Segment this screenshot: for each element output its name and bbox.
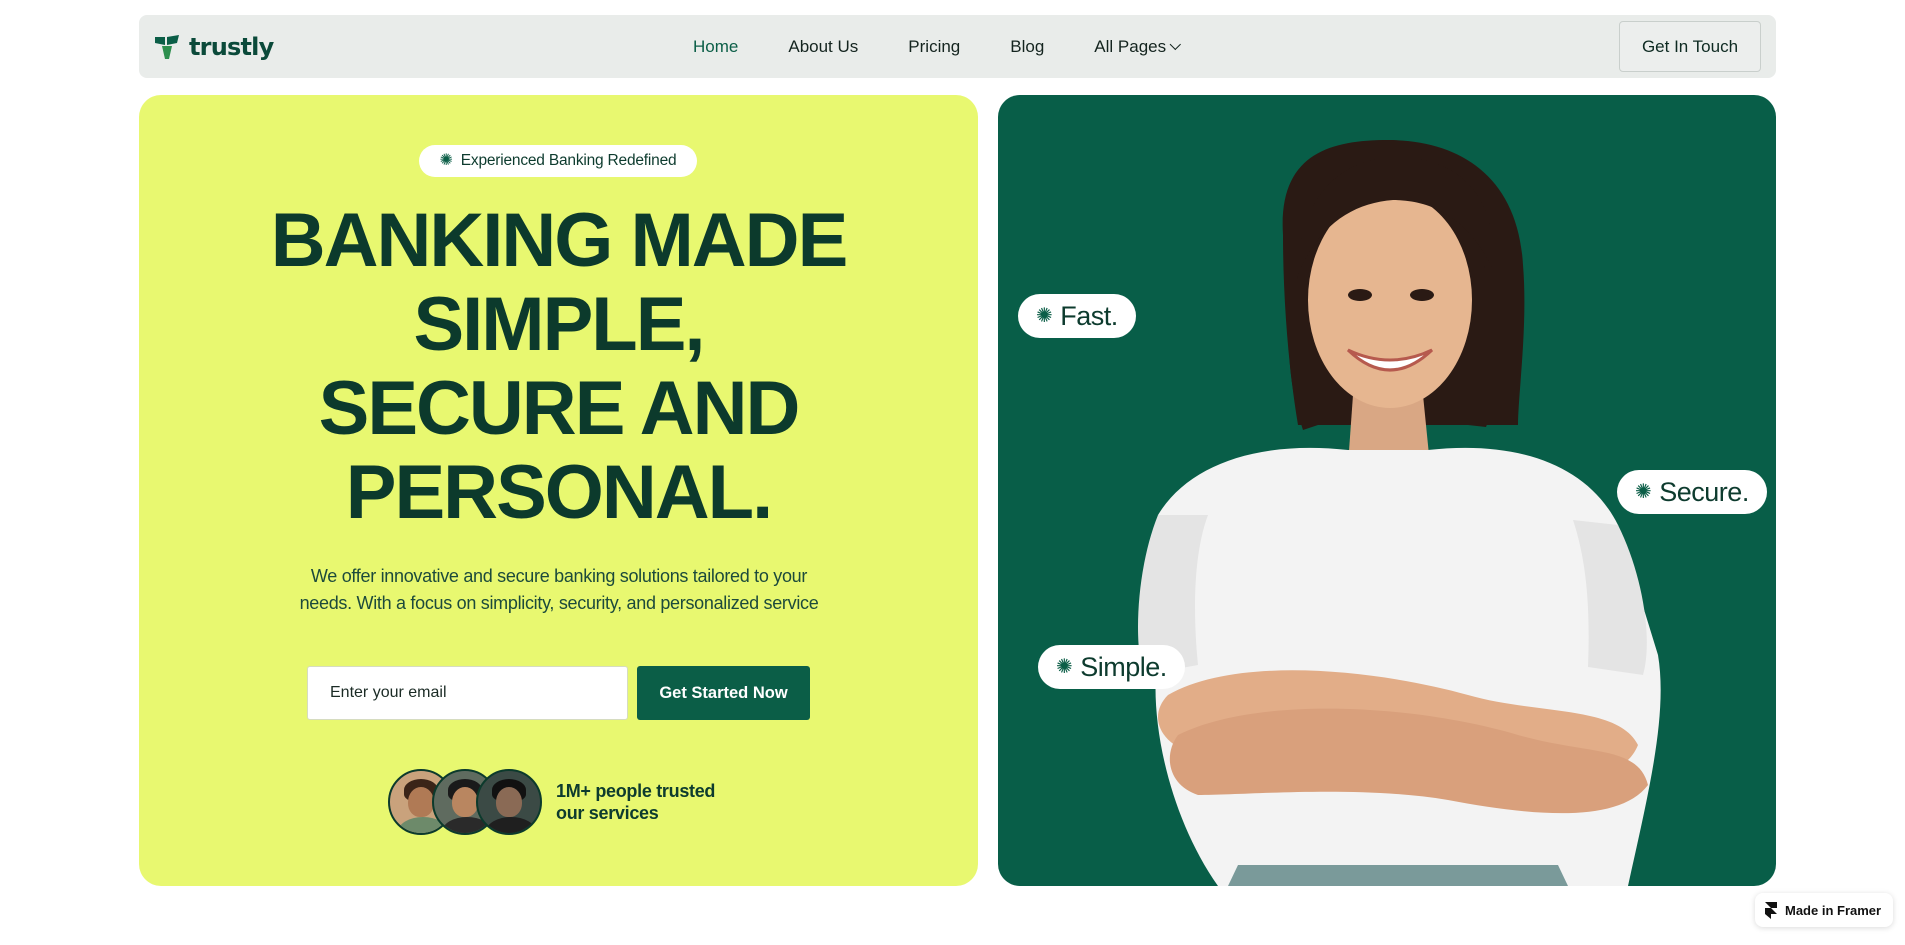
nav-links: Home About Us Pricing Blog All Pages — [693, 15, 1182, 78]
tag-secure: ✺ Secure. — [1617, 470, 1767, 514]
trust-text-line-2: our services — [556, 803, 659, 823]
framer-logo-icon — [1765, 901, 1777, 919]
get-started-button[interactable]: Get Started Now — [637, 666, 810, 720]
headline-line-2: SIMPLE, — [413, 282, 705, 367]
headline-line-1: BANKING MADE — [270, 198, 849, 283]
pill-label: Experienced Banking Redefined — [460, 152, 677, 169]
experience-pill: ✺ Experienced Banking Redefined — [419, 145, 697, 177]
logo-text: trustly — [189, 32, 274, 61]
nav-link-home[interactable]: Home — [693, 37, 738, 57]
get-in-touch-button[interactable]: Get In Touch — [1619, 21, 1761, 72]
hero-right-card: ✺ Fast. ✺ Secure. ✺ Simple. — [998, 95, 1776, 886]
framer-badge-label: Made in Framer — [1785, 902, 1882, 918]
tag-fast: ✺ Fast. — [1018, 294, 1136, 338]
email-input[interactable] — [307, 666, 628, 720]
tag-simple-label: Simple. — [1080, 651, 1167, 682]
trust-text: 1M+ people trusted our services — [556, 780, 731, 824]
tag-fast-label: Fast. — [1060, 300, 1118, 331]
avatar-group — [388, 769, 542, 835]
asterisk-flower-icon: ✺ — [1056, 656, 1073, 678]
nav-link-about-us[interactable]: About Us — [788, 37, 858, 57]
nav-link-pricing[interactable]: Pricing — [908, 37, 960, 57]
hero-subtext: We offer innovative and secure banking s… — [299, 566, 819, 613]
tag-secure-label: Secure. — [1659, 476, 1749, 507]
nav-link-all-pages[interactable]: All Pages — [1094, 36, 1182, 57]
asterisk-flower-icon: ✺ — [1036, 305, 1053, 327]
top-navigation: trustly Home About Us Pricing Blog All P… — [139, 15, 1776, 78]
chevron-down-icon — [1169, 38, 1182, 50]
hero-left-card: ✺ Experienced Banking Redefined BANKING … — [139, 95, 978, 886]
trustly-logo-icon — [155, 34, 179, 59]
logo[interactable]: trustly — [153, 32, 274, 61]
headline-line-3: SECURE AND — [318, 366, 801, 451]
trust-text-line-1: 1M+ people trusted — [556, 781, 716, 801]
trust-row: 1M+ people trusted our services — [388, 769, 731, 835]
asterisk-flower-icon: ✺ — [1635, 481, 1652, 503]
avatar — [476, 769, 542, 835]
tag-simple: ✺ Simple. — [1038, 645, 1185, 689]
hero-headline: BANKING MADE SIMPLE, SECURE AND PERSONAL… — [139, 199, 978, 535]
nav-link-all-pages-label: All Pages — [1094, 36, 1167, 56]
headline-line-4: PERSONAL. — [345, 450, 773, 535]
asterisk-flower-icon: ✺ — [439, 152, 453, 169]
nav-link-blog[interactable]: Blog — [1010, 37, 1044, 57]
made-in-framer-badge[interactable]: Made in Framer — [1755, 893, 1893, 927]
